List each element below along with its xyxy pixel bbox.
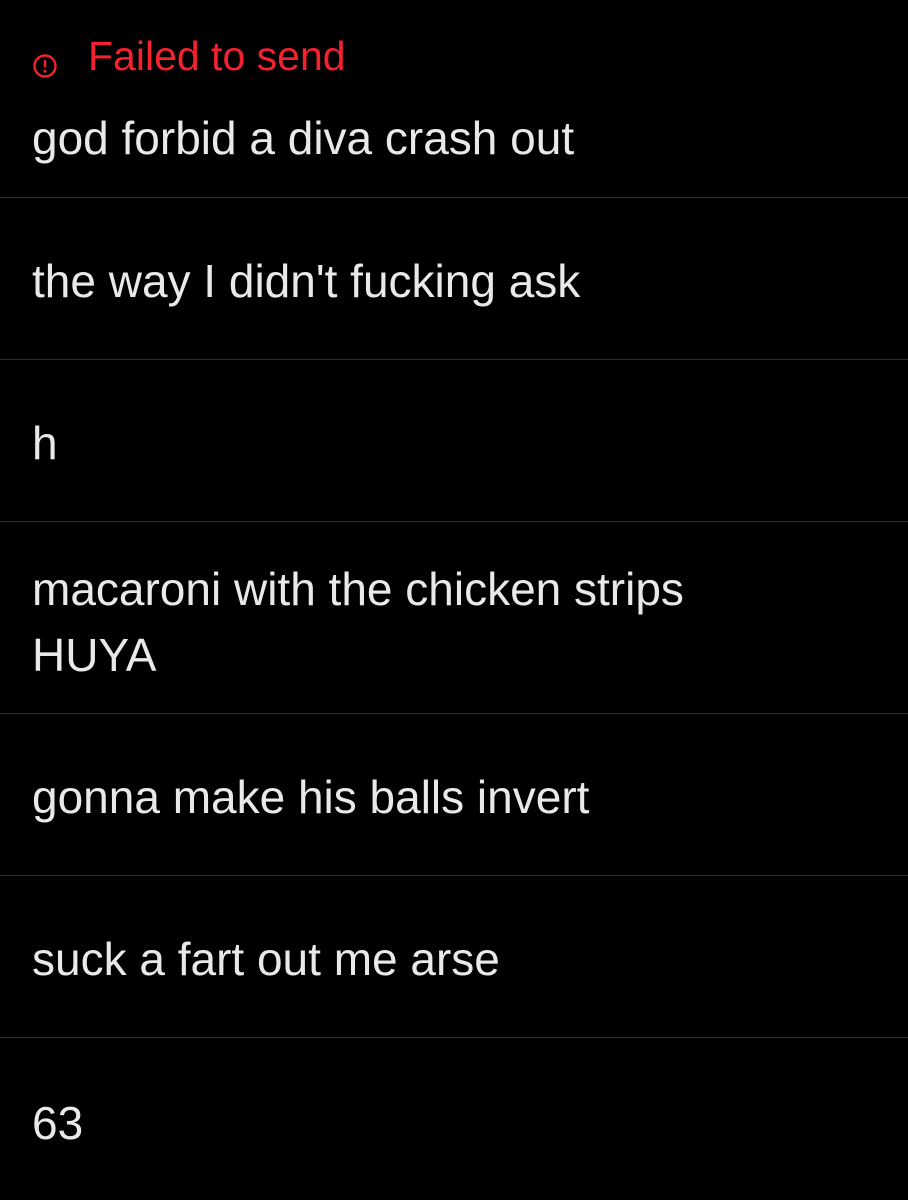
list-item[interactable]: gonna make his balls invert xyxy=(0,714,908,876)
list-item[interactable]: macaroni with the chicken strips HUYA xyxy=(0,522,908,714)
alert-circle-icon xyxy=(32,43,58,78)
message-text: 63 xyxy=(32,1097,84,1149)
message-text: the way I didn't fucking ask xyxy=(32,255,581,307)
message-list: Failed to send god forbid a diva crash o… xyxy=(0,0,908,1200)
failed-status-label: Failed to send xyxy=(88,33,346,79)
message-text: god forbid a diva crash out xyxy=(32,112,575,164)
message-text: h xyxy=(32,417,58,469)
list-item-failed[interactable]: Failed to send god forbid a diva crash o… xyxy=(0,0,908,198)
list-item[interactable]: h xyxy=(0,360,908,522)
list-item[interactable]: suck a fart out me arse xyxy=(0,876,908,1038)
message-text: macaroni with the chicken strips HUYA xyxy=(32,563,684,681)
list-item[interactable]: the way I didn't fucking ask xyxy=(0,198,908,360)
list-item[interactable]: 63 xyxy=(0,1038,908,1200)
failed-status[interactable]: Failed to send xyxy=(32,34,346,78)
message-text: gonna make his balls invert xyxy=(32,771,590,823)
message-text: suck a fart out me arse xyxy=(32,933,500,985)
